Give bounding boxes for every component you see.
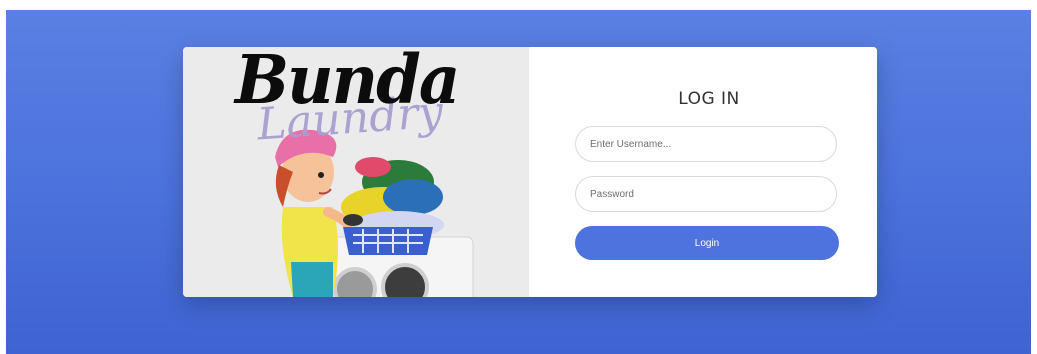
laundry-illustration: Laundry Bunda <box>183 47 529 297</box>
login-title: LOG IN <box>678 89 740 109</box>
username-input[interactable] <box>575 126 837 162</box>
login-button[interactable]: Login <box>575 226 839 260</box>
login-form-panel: LOG IN Login <box>529 47 877 297</box>
login-card: Laundry Bunda LOG IN Login <box>183 47 877 297</box>
password-input[interactable] <box>575 176 837 212</box>
logo-bunda-text: Bunda <box>235 47 460 120</box>
